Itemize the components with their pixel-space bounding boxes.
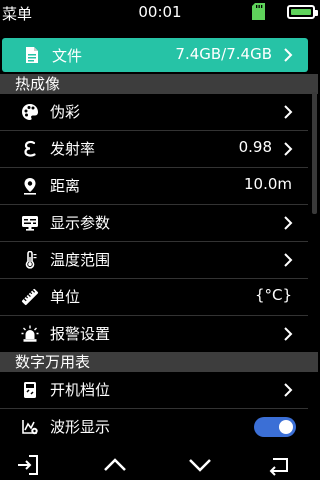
menu-item-label: 单位 [50,288,81,306]
menu-item-label: 文件 [52,47,83,65]
display-settings-icon [22,216,38,231]
arrow-down-icon[interactable] [185,452,215,478]
chevron-right-icon [284,105,293,119]
menu-item-label: 报警设置 [50,325,111,343]
chevron-right-icon [284,383,293,397]
menu-item-unit[interactable]: 单位 {°C} [0,279,308,316]
menu-item-label: 波形显示 [50,418,111,436]
menu-item-label: 温度范围 [50,251,111,269]
menu-item-label: 距离 [50,177,81,195]
chevron-right-icon [284,48,293,62]
waveform-toggle[interactable] [254,417,296,437]
battery-icon [287,5,318,19]
epsilon-icon [24,140,36,157]
location-pin-icon [24,178,36,195]
multimeter-dial-icon [24,382,36,398]
bottom-nav [0,448,320,480]
storage-value: 7.4GB/7.4GB [175,45,272,63]
menu-item-file[interactable]: 文件 7.4GB/7.4GB [2,38,308,72]
section-header-multimeter: 数字万用表 [0,352,318,372]
menu-item-alarm-settings[interactable]: 报警设置 [0,316,308,353]
chevron-right-icon [284,327,293,341]
menu-item-startup-range[interactable]: 开机档位 [0,372,308,409]
back-icon[interactable] [265,452,295,478]
thermometer-icon [25,251,37,269]
menu-item-distance[interactable]: 距离 10.0m [0,168,308,205]
exit-icon[interactable] [15,452,45,478]
menu-item-emissivity[interactable]: 发射率 0.98 [0,131,308,168]
waveform-icon [22,420,38,435]
section-header-thermal: 热成像 [0,74,318,94]
ruler-icon [21,288,39,306]
palette-icon [22,104,38,120]
distance-value: 10.0m [243,175,292,193]
chevron-right-icon [284,253,293,267]
chevron-right-icon [284,216,293,230]
sd-card-icon [252,3,265,20]
arrow-up-icon[interactable] [100,452,130,478]
menu-item-label: 伪彩 [50,103,81,121]
menu-item-waveform-display[interactable]: 波形显示 [0,409,308,446]
menu-item-pseudo-color[interactable]: 伪彩 [0,94,308,131]
unit-value: {°C} [254,286,292,304]
menu-item-label: 发射率 [50,140,96,158]
file-icon [26,47,38,63]
menu-item-temperature-range[interactable]: 温度范围 [0,242,308,279]
clock: 00:01 [138,3,182,21]
alarm-light-icon [21,325,39,342]
menu-item-label: 显示参数 [50,214,111,232]
scrollbar[interactable] [312,92,317,214]
menu-item-display-params[interactable]: 显示参数 [0,205,308,242]
menu-item-label: 开机档位 [50,381,111,399]
emissivity-value: 0.98 [238,138,272,156]
status-bar: 菜单 00:01 [0,0,320,24]
chevron-right-icon [284,142,293,156]
